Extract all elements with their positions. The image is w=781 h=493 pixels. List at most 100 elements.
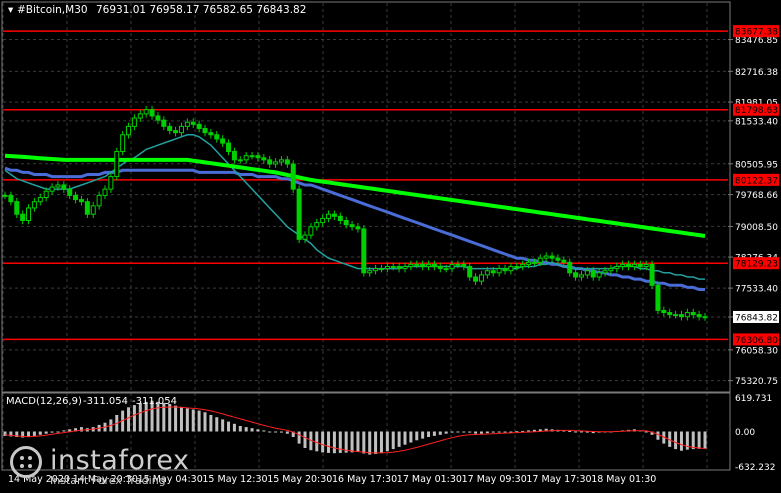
candle-body — [467, 266, 473, 278]
candle-body — [226, 142, 232, 152]
candle-body — [208, 132, 214, 136]
candle-body — [514, 266, 520, 269]
macd-label: MACD(12,26,9) — [6, 396, 82, 407]
macd-histogram-bar — [32, 431, 36, 436]
candle-body — [414, 263, 420, 266]
candle-body — [390, 266, 396, 269]
macd-histogram-bar — [350, 431, 354, 453]
macd-histogram-bar — [691, 431, 695, 450]
macd-histogram-bar — [674, 431, 678, 450]
price-tick-label: 81533.40 — [735, 117, 778, 127]
candle-body — [520, 263, 526, 268]
candle-body — [455, 263, 461, 266]
candle-body — [449, 263, 455, 270]
price-tick-label: 75320.75 — [735, 377, 778, 387]
candle-body — [355, 226, 361, 230]
candle-body — [373, 268, 379, 272]
candle-body — [590, 270, 596, 278]
candle-body — [278, 159, 284, 163]
macd-histogram-bar — [203, 412, 207, 432]
macd-histogram-bar — [297, 431, 301, 444]
macd-histogram-bar — [368, 431, 372, 455]
macd-histogram-bar — [438, 431, 442, 435]
macd-histogram-bar — [256, 429, 260, 432]
candle-body — [255, 155, 261, 159]
macd-histogram-bar — [274, 431, 278, 433]
trading-chart[interactable]: 83476.85 82716.38 81981.05 81533.40 80505.95… — [0, 0, 781, 489]
macd-histogram-bar — [221, 419, 225, 432]
macd-histogram-bar — [503, 431, 507, 433]
candle-body — [78, 199, 84, 203]
candle-body — [537, 257, 543, 263]
candle-body — [555, 257, 561, 261]
candle-body — [643, 263, 649, 268]
macd-histogram-bar — [468, 431, 472, 433]
chart-canvas[interactable]: 83476.8582716.3881981.0581533.4080505.95… — [0, 0, 781, 489]
level-tag-label: 80122.37 — [735, 176, 778, 186]
candle-body — [367, 270, 373, 274]
macd-histogram-bar — [238, 426, 242, 432]
candle-body — [702, 316, 708, 319]
macd-histogram-bar — [391, 431, 395, 450]
macd-main-value: -311.054 — [83, 396, 128, 407]
candle-body — [573, 272, 579, 278]
macd-tick-label: 0.00 — [735, 428, 755, 438]
logo-tagline: Instant Forex Trading — [50, 474, 166, 487]
macd-histogram-bar — [197, 410, 201, 432]
candle-body — [549, 255, 555, 259]
candle-body — [49, 186, 55, 192]
candle-body — [90, 205, 96, 215]
macd-histogram-bar — [332, 431, 336, 454]
candle-body — [214, 134, 220, 140]
candle-body — [73, 194, 79, 201]
candle-body — [184, 121, 190, 127]
macd-histogram-bar — [303, 431, 307, 448]
candle-body — [220, 138, 226, 144]
candle-body — [284, 159, 290, 165]
macd-histogram-bar — [485, 431, 489, 434]
candle-body — [502, 268, 508, 272]
candle-body — [231, 150, 237, 161]
macd-histogram-bar — [527, 430, 531, 432]
macd-histogram-bar — [356, 431, 360, 452]
macd-histogram-bar — [456, 431, 460, 433]
candle-body — [384, 266, 390, 270]
level-tag-label: 81798.63 — [735, 106, 778, 116]
candle-body — [126, 125, 132, 136]
candle-body — [437, 266, 443, 270]
candle-body — [496, 268, 502, 274]
level-tag-label: 76306.80 — [735, 336, 778, 346]
macd-histogram-bar — [474, 431, 478, 434]
candle-body — [667, 312, 673, 316]
macd-histogram-bar — [397, 431, 401, 447]
candle-body — [120, 134, 126, 152]
macd-histogram-bar — [285, 431, 289, 434]
time-tick-label: 15 May 12:30 — [202, 474, 267, 485]
candle-body — [102, 188, 108, 196]
candle-body — [661, 309, 667, 314]
candle-body — [596, 272, 602, 278]
candle-body — [543, 255, 549, 259]
candle-body — [178, 125, 184, 134]
logo-mark-icon — [10, 446, 42, 478]
candle-body — [349, 224, 355, 228]
macd-histogram-bar — [250, 428, 254, 432]
candle-body — [626, 263, 632, 268]
candle-body — [443, 268, 449, 271]
level-tag-label: 83677.38 — [735, 28, 778, 38]
macd-histogram-bar — [450, 431, 454, 433]
candle-body — [243, 155, 249, 161]
candle-body — [526, 261, 532, 265]
macd-histogram-bar — [385, 431, 389, 452]
macd-histogram-bar — [362, 431, 366, 454]
candle-body — [584, 270, 590, 276]
macd-tick-label: -632.232 — [735, 463, 775, 473]
candle-body — [55, 184, 61, 188]
macd-histogram-bar — [444, 431, 448, 434]
time-tick-label: 17 May 01:30 — [397, 474, 462, 485]
candle-body — [302, 234, 308, 240]
macd-histogram-bar — [409, 431, 413, 443]
candle-body — [637, 263, 643, 268]
candle-body — [84, 201, 90, 215]
macd-histogram-bar — [227, 421, 231, 432]
